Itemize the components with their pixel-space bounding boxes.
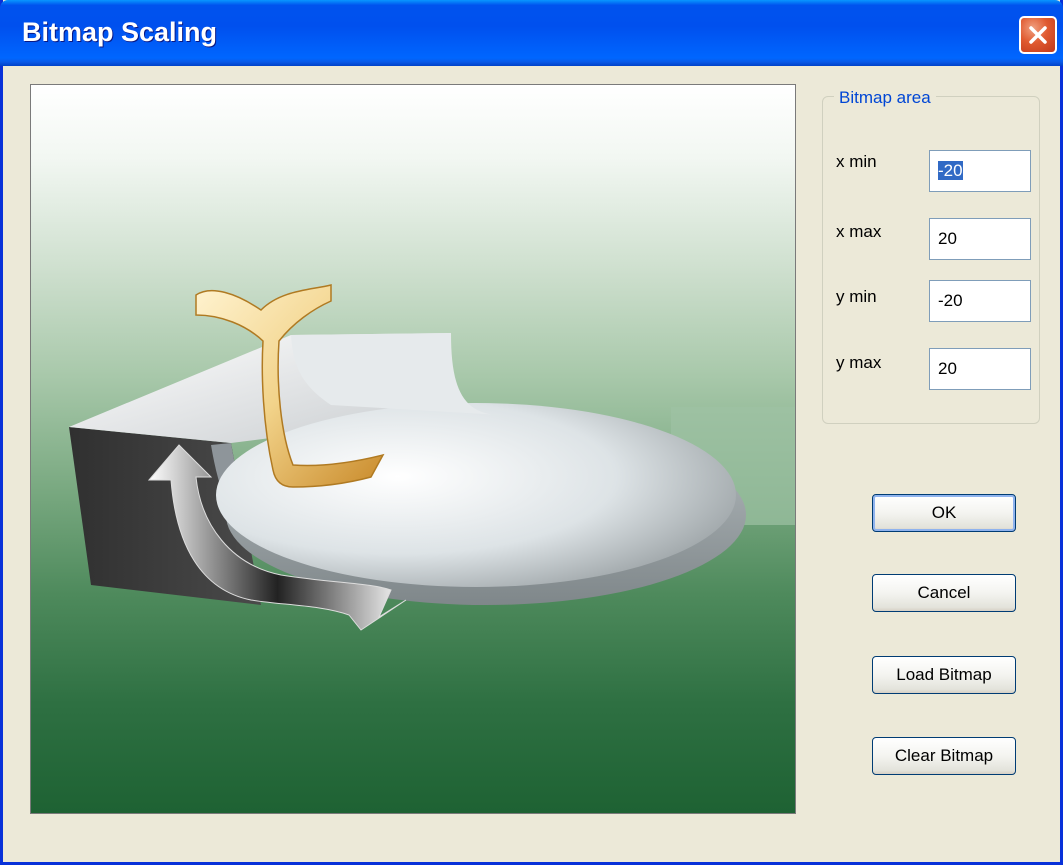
x-max-field[interactable]: 20: [929, 218, 1031, 260]
load-bitmap-button[interactable]: Load Bitmap: [872, 656, 1016, 694]
close-icon: [1029, 26, 1047, 44]
bitmap-image: [69, 284, 795, 631]
close-button[interactable]: [1019, 16, 1057, 54]
bitmap-area-title: Bitmap area: [834, 88, 936, 108]
x-min-field[interactable]: -20: [929, 150, 1031, 192]
x-min-label: x min: [836, 152, 877, 171]
x-max-label: x max: [836, 222, 882, 241]
y-min-label: y min: [836, 287, 877, 306]
title-bar[interactable]: Bitmap Scaling: [0, 0, 1063, 66]
clear-bitmap-button[interactable]: Clear Bitmap: [872, 737, 1016, 775]
window-title: Bitmap Scaling: [22, 17, 218, 47]
ok-button[interactable]: OK: [872, 494, 1016, 532]
x-min-value: -20: [938, 161, 963, 180]
cancel-button[interactable]: Cancel: [872, 574, 1016, 612]
y-min-field[interactable]: -20: [929, 280, 1031, 322]
bitmap-preview: [30, 84, 796, 814]
y-max-label: y max: [836, 353, 882, 372]
y-max-field[interactable]: 20: [929, 348, 1031, 390]
